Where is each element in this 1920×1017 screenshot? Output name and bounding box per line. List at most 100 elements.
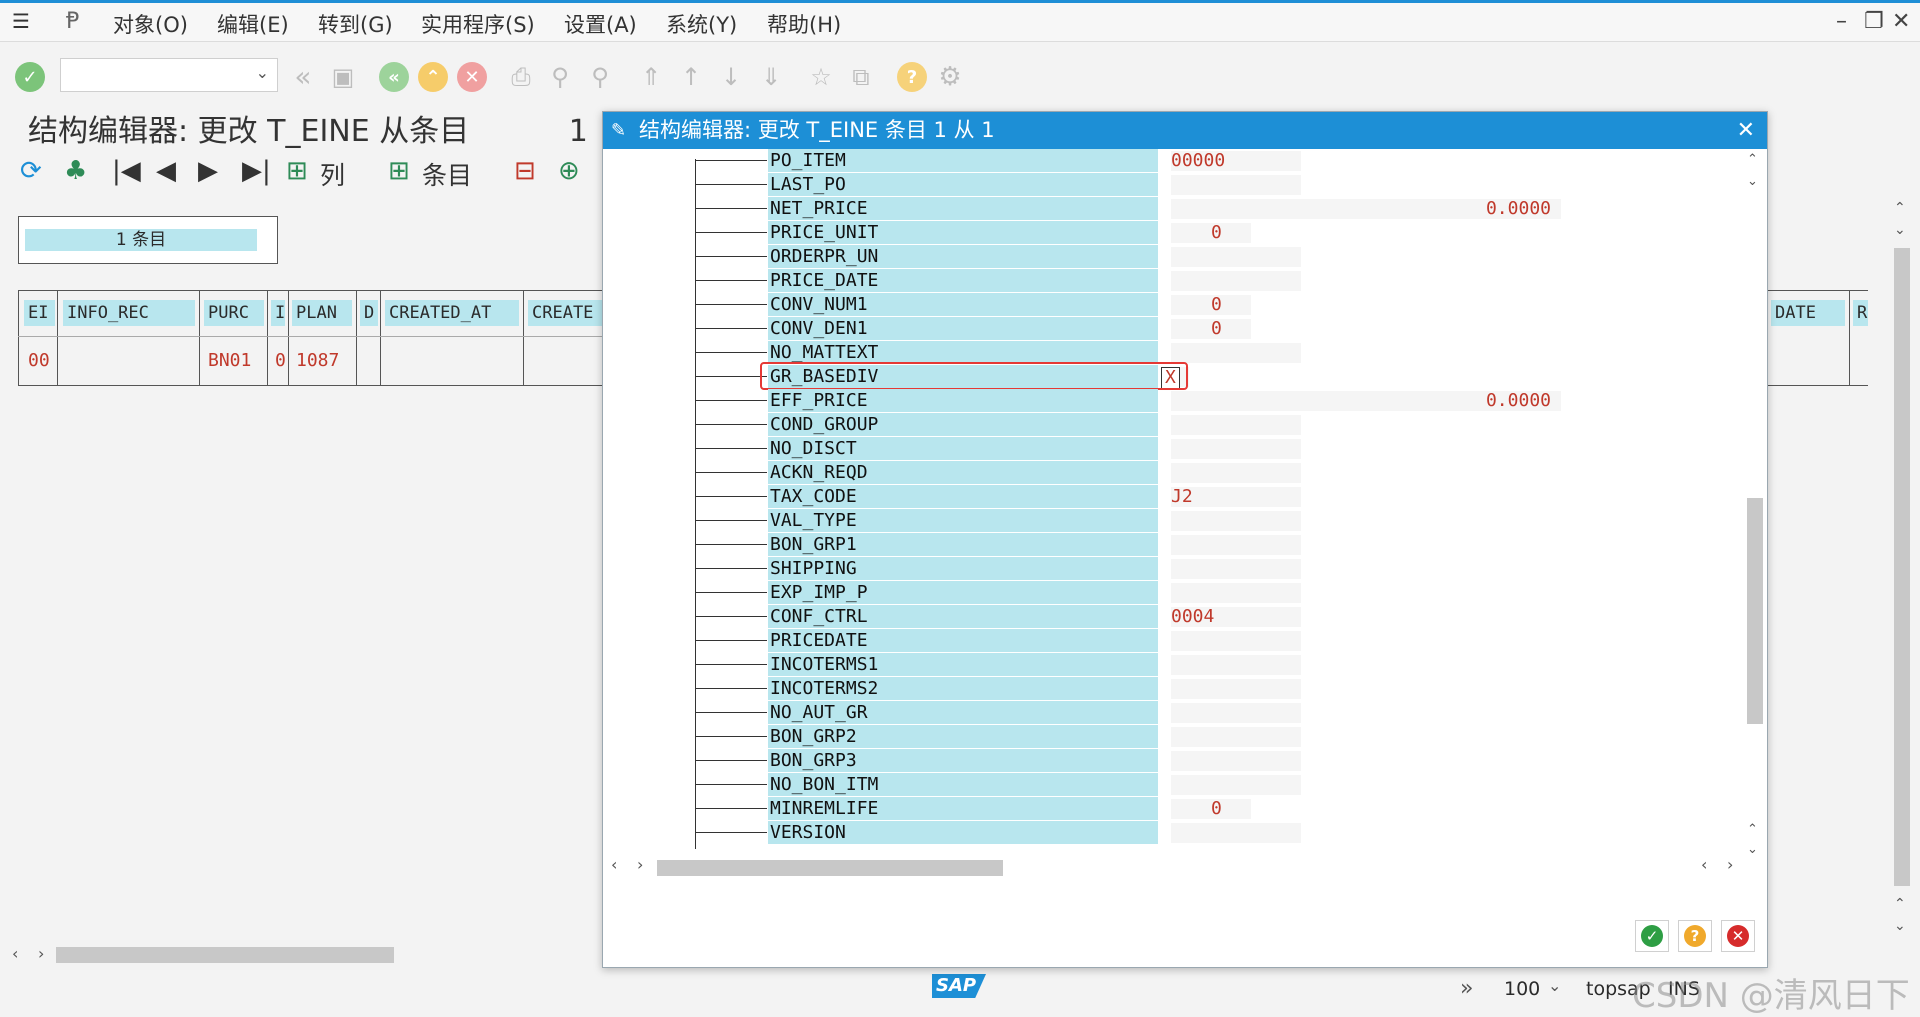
field-input-bg[interactable] xyxy=(1171,439,1301,459)
field-input-bg[interactable] xyxy=(1171,775,1301,795)
last-page-icon[interactable]: ⇓ xyxy=(756,62,786,92)
col-header[interactable]: I xyxy=(271,300,285,326)
restore-icon[interactable]: ❐ xyxy=(1864,9,1884,34)
prev-entry-icon[interactable]: ◀ xyxy=(156,156,176,186)
col-header[interactable]: EI xyxy=(24,300,55,326)
menu-edit[interactable]: 编辑(E) xyxy=(217,9,289,39)
field-input-bg[interactable] xyxy=(1171,271,1301,291)
minimize-icon[interactable]: – xyxy=(1836,9,1847,34)
insert-row-icon[interactable]: ⊕ xyxy=(558,156,580,186)
field-value[interactable]: 0 xyxy=(1211,223,1222,243)
sap-menu-icon[interactable]: ☰ xyxy=(12,9,30,33)
grid-cell[interactable]: 1087 xyxy=(292,348,339,374)
menu-goto[interactable]: 转到(G) xyxy=(318,9,393,39)
scroll-right-icon[interactable]: › xyxy=(1727,855,1733,874)
field-value[interactable]: 0 xyxy=(1211,319,1222,339)
field-input-bg[interactable] xyxy=(1171,559,1301,579)
first-entry-icon[interactable]: |◀ xyxy=(112,156,141,186)
save-icon[interactable]: ▣ xyxy=(328,62,358,92)
scroll-up-icon[interactable]: ⌃ xyxy=(1747,152,1758,167)
menu-help[interactable]: 帮助(H) xyxy=(767,9,841,39)
field-value[interactable]: 0 xyxy=(1211,799,1222,819)
field-value[interactable]: 0 xyxy=(1211,295,1222,315)
dialog-close-icon[interactable]: ✕ xyxy=(1737,112,1755,149)
grid-cell[interactable]: BN01 xyxy=(204,348,251,374)
field-input-bg[interactable] xyxy=(1171,463,1301,483)
enter-check-icon[interactable]: ✓ xyxy=(15,62,45,92)
dialog-vertical-scrollbar[interactable] xyxy=(1747,498,1763,724)
pin-icon[interactable]: Ᵽ xyxy=(66,9,79,34)
scroll-up-icon[interactable]: ⌃ xyxy=(1894,200,1906,216)
chevron-down-icon[interactable]: ⌄ xyxy=(1548,976,1561,995)
dialog-horizontal-scrollbar[interactable] xyxy=(657,860,1003,876)
settings-gear-icon[interactable]: ⚙ xyxy=(935,62,965,92)
zoom-value[interactable]: 100 xyxy=(1504,978,1540,1000)
command-field[interactable]: ⌄ xyxy=(60,58,278,92)
next-page-icon[interactable]: ↓ xyxy=(716,62,746,92)
confirm-button[interactable]: ✓ xyxy=(1635,920,1669,952)
create-session-icon[interactable]: ☆ xyxy=(806,62,836,92)
scroll-left-icon[interactable]: ‹ xyxy=(12,944,18,963)
field-input-bg[interactable] xyxy=(1171,679,1301,699)
field-input-bg[interactable] xyxy=(1171,703,1301,723)
field-input-bg[interactable] xyxy=(1171,535,1301,555)
col-header[interactable]: PLAN xyxy=(292,300,352,326)
col-header[interactable]: R xyxy=(1853,300,1868,326)
entry-button-label[interactable]: 条目 xyxy=(422,156,472,192)
col-header[interactable]: CREATED_AT xyxy=(385,300,519,326)
scroll-down-icon[interactable]: ⌄ xyxy=(1747,174,1758,189)
field-input-bg[interactable] xyxy=(1171,511,1301,531)
col-header[interactable]: CREATE xyxy=(528,300,602,326)
scroll-down-icon[interactable]: ⌄ xyxy=(1894,222,1906,238)
scroll-right-icon[interactable]: › xyxy=(38,944,44,963)
entry-icon[interactable]: ⊞ xyxy=(388,156,410,186)
vertical-scrollbar[interactable] xyxy=(1894,248,1910,886)
scroll-down-icon[interactable]: ⌄ xyxy=(1894,918,1906,934)
scroll-left-icon[interactable]: ‹ xyxy=(1701,855,1707,874)
exit-icon[interactable]: ⌃ xyxy=(418,62,448,92)
scroll-right-icon[interactable]: › xyxy=(637,855,643,874)
col-header[interactable]: PURC xyxy=(204,300,264,326)
hierarchy-icon[interactable]: ♣ xyxy=(64,156,87,186)
shortcut-icon[interactable]: ⧉ xyxy=(846,62,876,92)
find-next-icon[interactable]: ⚲ xyxy=(585,62,615,92)
field-input-bg[interactable] xyxy=(1171,175,1301,195)
scroll-up-icon[interactable]: ⌃ xyxy=(1747,822,1758,837)
field-value[interactable]: 00000 xyxy=(1171,151,1225,171)
field-input-bg[interactable] xyxy=(1171,727,1301,747)
scroll-left-icon[interactable]: ‹ xyxy=(611,855,617,874)
chevron-down-icon[interactable]: ⌄ xyxy=(256,63,269,82)
status-expand-icon[interactable]: » xyxy=(1460,976,1473,1001)
field-value[interactable]: 0.0000 xyxy=(1171,199,1551,219)
cancel-icon[interactable]: ✕ xyxy=(457,62,487,92)
prev-page-icon[interactable]: ↑ xyxy=(676,62,706,92)
col-header[interactable]: D xyxy=(360,300,378,326)
field-value[interactable]: 0.0000 xyxy=(1171,391,1551,411)
col-header[interactable]: DATE xyxy=(1771,300,1845,326)
next-entry-icon[interactable]: ▶ xyxy=(198,156,218,186)
field-input-bg[interactable] xyxy=(1171,583,1301,603)
back-double-icon[interactable]: « xyxy=(288,62,318,92)
find-icon[interactable]: ⚲ xyxy=(545,62,575,92)
field-value[interactable]: 0004 xyxy=(1171,607,1214,627)
column-button-label[interactable]: 列 xyxy=(320,156,345,192)
field-input-bg[interactable] xyxy=(1171,631,1301,651)
menu-settings[interactable]: 设置(A) xyxy=(564,9,637,39)
field-input-bg[interactable] xyxy=(1171,823,1301,843)
horizontal-scrollbar[interactable] xyxy=(56,947,394,963)
col-header[interactable]: INFO_REC xyxy=(63,300,195,326)
column-icon[interactable]: ⊞ xyxy=(286,156,308,186)
help-icon[interactable]: ? xyxy=(897,62,927,92)
last-entry-icon[interactable]: ▶| xyxy=(242,156,271,186)
refresh-icon[interactable]: ⟳ xyxy=(20,156,42,186)
help-button[interactable]: ? xyxy=(1678,920,1712,952)
field-input-bg[interactable] xyxy=(1171,343,1301,363)
back-icon[interactable]: « xyxy=(379,62,409,92)
grid-cell[interactable]: 0 xyxy=(271,348,286,374)
scroll-up-icon[interactable]: ⌃ xyxy=(1894,896,1906,912)
menu-object[interactable]: 对象(O) xyxy=(113,9,188,39)
cancel-button[interactable]: ✕ xyxy=(1721,920,1755,952)
field-input-bg[interactable] xyxy=(1171,751,1301,771)
print-icon[interactable]: ⎙ xyxy=(506,62,536,92)
field-input-bg[interactable] xyxy=(1171,415,1301,435)
